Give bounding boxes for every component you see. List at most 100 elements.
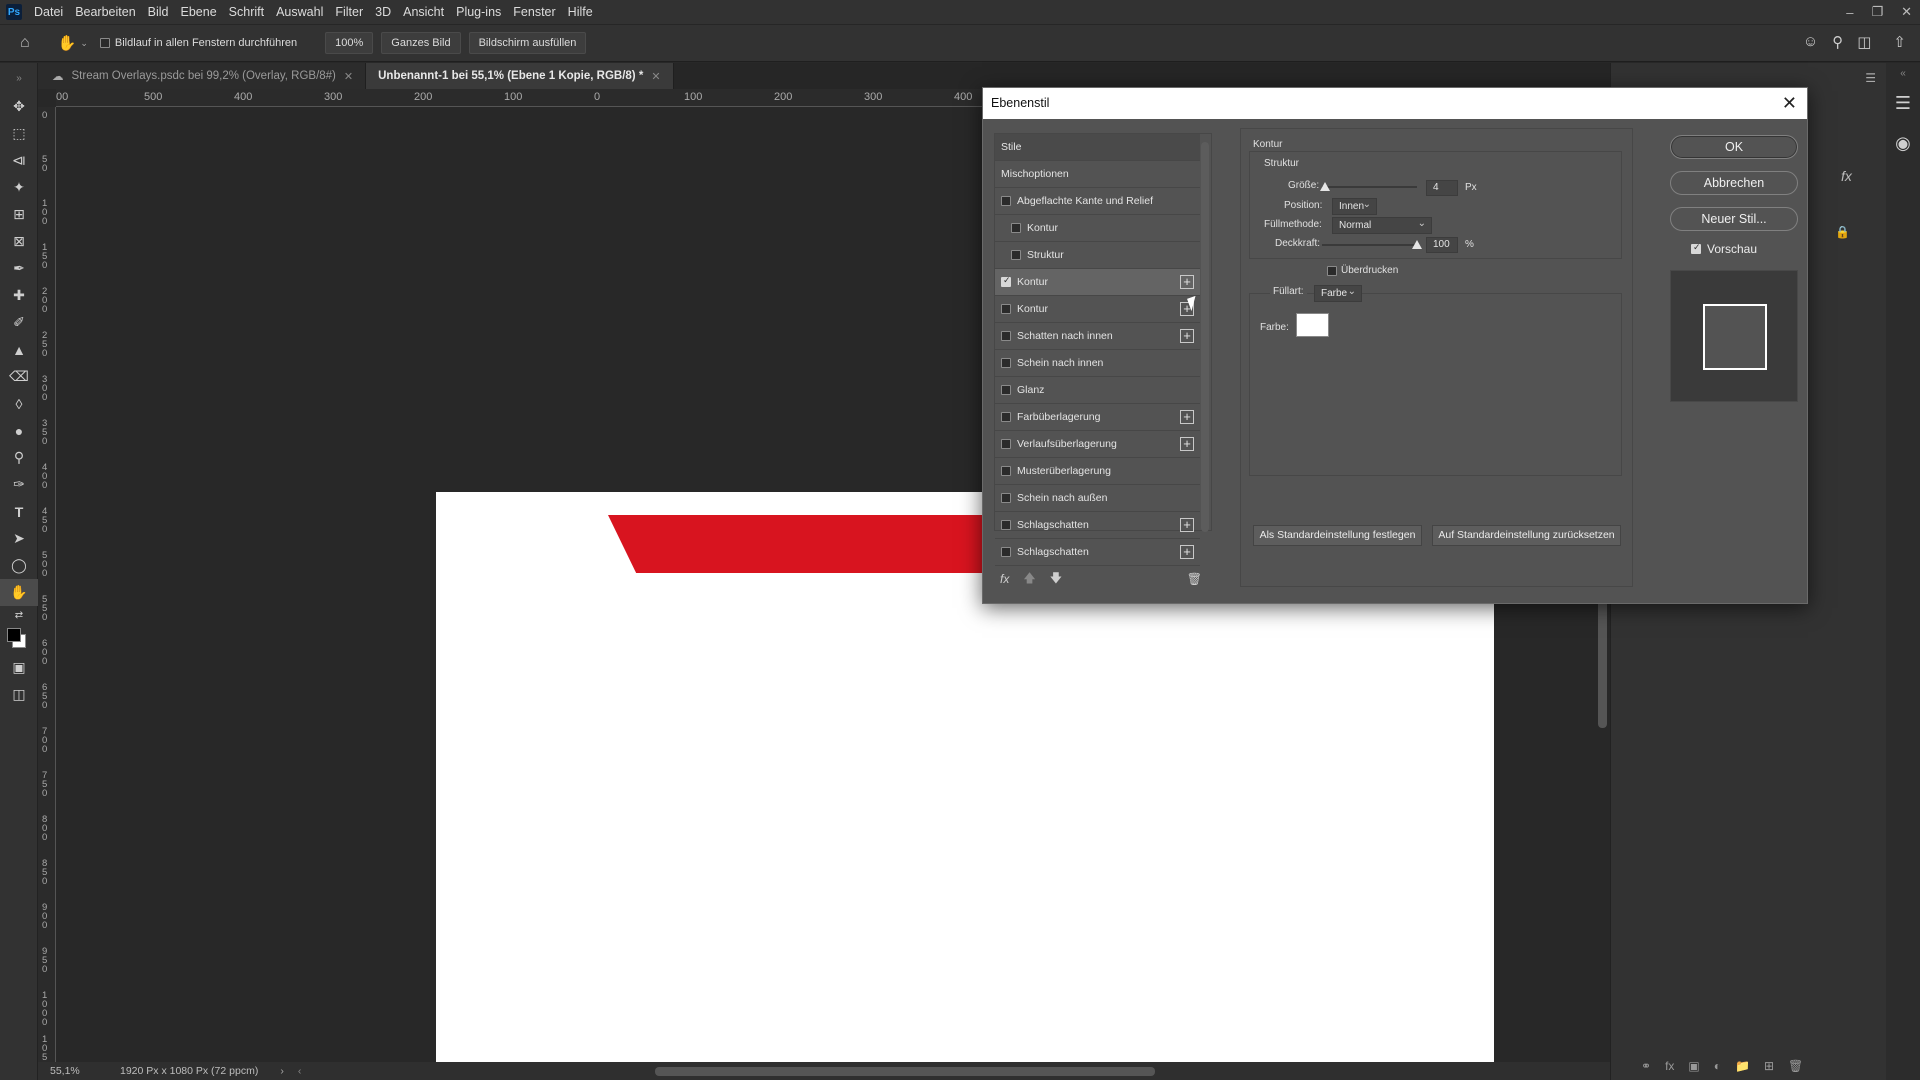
style-checkbox[interactable] bbox=[1001, 304, 1011, 314]
fill-type-select[interactable]: Farbe bbox=[1314, 284, 1362, 302]
add-effect-icon[interactable]: + bbox=[1180, 518, 1194, 532]
size-input[interactable]: 4 bbox=[1426, 180, 1458, 196]
style-item-glanz[interactable]: Glanz bbox=[995, 377, 1200, 404]
eyedropper-tool-icon[interactable]: ✒ bbox=[0, 255, 38, 282]
move-up-icon[interactable]: 🡅 bbox=[1023, 569, 1035, 590]
tab-stream-overlays[interactable]: ☁ Stream Overlays.psdc bei 99,2% (Overla… bbox=[38, 63, 367, 89]
move-down-icon[interactable]: 🡇 bbox=[1050, 569, 1062, 590]
dodge-tool-icon[interactable]: ⚲ bbox=[0, 444, 38, 471]
lasso-tool-icon[interactable]: ⧏ bbox=[0, 147, 38, 174]
blur-tool-icon[interactable]: ● bbox=[0, 417, 38, 444]
make-default-button[interactable]: Als Standardeinstellung festlegen bbox=[1253, 525, 1422, 546]
marquee-tool-icon[interactable]: ⬚ bbox=[0, 120, 38, 147]
style-item-kontur[interactable]: Kontur+ bbox=[995, 296, 1200, 323]
fx-menu-icon[interactable]: fx bbox=[1000, 572, 1009, 586]
style-item-schlagschatten[interactable]: Schlagschatten + bbox=[995, 539, 1200, 566]
close-tab-icon[interactable]: ✕ bbox=[344, 70, 353, 83]
style-checkbox[interactable] bbox=[1001, 547, 1011, 557]
style-item-muster-berlagerung[interactable]: Musterüberlagerung bbox=[995, 458, 1200, 485]
scroll-all-checkbox-box[interactable] bbox=[99, 38, 110, 48]
delete-effect-icon[interactable]: 🗑 bbox=[1187, 572, 1202, 586]
menu-item-datei[interactable]: Datei bbox=[28, 0, 69, 24]
ok-button[interactable]: OK bbox=[1670, 135, 1798, 159]
minimize-icon[interactable]: – bbox=[1846, 5, 1853, 20]
add-mask-icon[interactable]: ▣ bbox=[1688, 1059, 1699, 1073]
opacity-slider[interactable] bbox=[1322, 244, 1417, 246]
adjustments-icon[interactable]: ◉ bbox=[1886, 123, 1920, 163]
style-checkbox[interactable] bbox=[1001, 331, 1011, 341]
zoom-100-button[interactable]: 100% bbox=[325, 32, 374, 54]
style-checkbox[interactable] bbox=[1001, 412, 1011, 422]
zoom-level[interactable]: 55,1% bbox=[50, 1065, 108, 1077]
workspace-icon[interactable]: ◫ bbox=[1857, 33, 1871, 51]
learn-icon[interactable]: ☺ bbox=[1803, 33, 1818, 51]
style-checkbox[interactable] bbox=[1001, 385, 1011, 395]
menu-item-ebene[interactable]: Ebene bbox=[175, 0, 223, 24]
reset-default-button[interactable]: Auf Standardeinstellung zurücksetzen bbox=[1432, 525, 1621, 546]
pen-tool-icon[interactable]: ✑ bbox=[0, 471, 38, 498]
fit-screen-button[interactable]: Ganzes Bild bbox=[381, 32, 461, 54]
restore-icon[interactable]: ❐ bbox=[1871, 4, 1883, 20]
style-item-schein-nach-innen[interactable]: Schein nach innen bbox=[995, 350, 1200, 377]
style-checkbox[interactable] bbox=[1001, 466, 1011, 476]
position-select[interactable]: Innen bbox=[1332, 197, 1377, 215]
screen-mode-icon[interactable]: ◫ bbox=[0, 681, 38, 708]
healing-brush-tool-icon[interactable]: ✚ bbox=[0, 282, 38, 309]
style-checkbox[interactable] bbox=[1001, 358, 1011, 368]
search-icon[interactable]: ⚲ bbox=[1832, 33, 1843, 51]
overprint-checkbox-box[interactable] bbox=[1327, 265, 1337, 276]
overprint-checkbox[interactable]: Überdrucken bbox=[1327, 265, 1398, 276]
style-item-struktur[interactable]: Struktur bbox=[995, 242, 1200, 269]
preview-checkbox[interactable]: Vorschau bbox=[1691, 242, 1757, 256]
vertical-scrollbar[interactable] bbox=[1598, 600, 1607, 728]
share-icon[interactable]: ⇧ bbox=[1893, 33, 1906, 51]
scroll-left-icon[interactable]: ‹ bbox=[298, 1065, 302, 1077]
style-item-kontur[interactable]: Kontur bbox=[995, 215, 1200, 242]
ellipse-tool-icon[interactable]: ◯ bbox=[0, 552, 38, 579]
home-icon[interactable]: ⌂ bbox=[20, 34, 30, 52]
style-checkbox[interactable] bbox=[1001, 520, 1011, 530]
eraser-tool-icon[interactable]: ⌫ bbox=[0, 363, 38, 390]
add-style-icon[interactable]: fx bbox=[1665, 1059, 1674, 1073]
preview-checkbox-box[interactable] bbox=[1691, 242, 1701, 254]
style-item-abgeflachte-kante-und-relief[interactable]: Abgeflachte Kante und Relief bbox=[995, 188, 1200, 215]
link-layers-icon[interactable]: ⚭ bbox=[1641, 1059, 1651, 1073]
style-item-farb-berlagerung[interactable]: Farbüberlagerung + bbox=[995, 404, 1200, 431]
menu-item-3d[interactable]: 3D bbox=[369, 0, 397, 24]
menu-item-bild[interactable]: Bild bbox=[142, 0, 175, 24]
horizontal-scrollbar[interactable] bbox=[655, 1067, 1155, 1076]
blend-mode-select[interactable]: Normal bbox=[1332, 216, 1432, 234]
opacity-slider-knob[interactable] bbox=[1412, 240, 1422, 249]
opacity-input[interactable]: 100 bbox=[1426, 237, 1458, 253]
size-slider[interactable] bbox=[1322, 186, 1417, 188]
new-layer-icon[interactable]: ⊞ bbox=[1764, 1059, 1774, 1073]
menu-item-ansicht[interactable]: Ansicht bbox=[397, 0, 450, 24]
frame-tool-icon[interactable]: ⊠ bbox=[0, 228, 38, 255]
menu-item-bearbeiten[interactable]: Bearbeiten bbox=[69, 0, 141, 24]
style-checkbox[interactable] bbox=[1001, 493, 1011, 503]
hand-tool-active-icon[interactable]: ✋ bbox=[0, 579, 38, 606]
menu-item-filter[interactable]: Filter bbox=[329, 0, 369, 24]
menu-item-fenster[interactable]: Fenster bbox=[507, 0, 561, 24]
fill-screen-button[interactable]: Bildschirm ausfüllen bbox=[468, 32, 587, 54]
add-effect-icon[interactable]: + bbox=[1180, 545, 1194, 559]
collapse-toolbar-icon[interactable]: » bbox=[0, 63, 38, 93]
tab-unbenannt-1[interactable]: Unbenannt-1 bei 55,1% (Ebene 1 Kopie, RG… bbox=[366, 63, 674, 89]
add-effect-icon[interactable]: + bbox=[1180, 437, 1194, 451]
add-effect-icon[interactable]: + bbox=[1180, 329, 1194, 343]
style-item-schatten-nach-innen[interactable]: Schatten nach innen + bbox=[995, 323, 1200, 350]
hand-tool-icon[interactable]: ✋ bbox=[58, 34, 77, 52]
delete-layer-icon[interactable]: 🗑 bbox=[1788, 1059, 1803, 1073]
menu-item-hilfe[interactable]: Hilfe bbox=[562, 0, 599, 24]
close-icon[interactable]: ✕ bbox=[1782, 88, 1797, 119]
close-tab-icon[interactable]: ✕ bbox=[651, 70, 660, 83]
status-chevron-icon[interactable]: › bbox=[280, 1065, 284, 1077]
fx-icon[interactable]: fx bbox=[1841, 168, 1852, 184]
move-tool-icon[interactable]: ✥ bbox=[0, 93, 38, 120]
swap-colors-icon[interactable]: ⇄ bbox=[0, 606, 38, 624]
type-tool-icon[interactable]: T bbox=[0, 498, 38, 525]
style-checkbox[interactable] bbox=[1011, 250, 1021, 260]
new-group-icon[interactable]: 📁 bbox=[1735, 1059, 1750, 1073]
size-slider-knob[interactable] bbox=[1320, 182, 1330, 191]
style-item-schein-nach-au-en[interactable]: Schein nach außen bbox=[995, 485, 1200, 512]
